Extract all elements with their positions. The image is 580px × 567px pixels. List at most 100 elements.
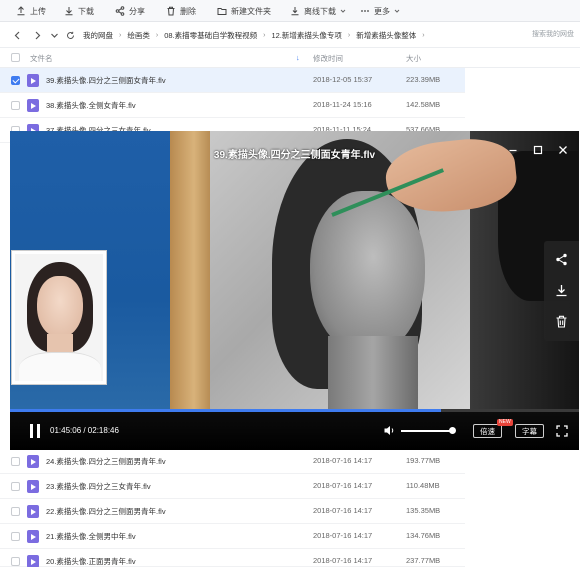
download-button[interactable] bbox=[555, 284, 568, 297]
file-row[interactable]: 38.素描头像.全侧女青年.flv 2018-11-24 15:16 142.5… bbox=[0, 93, 465, 118]
close-button[interactable] bbox=[557, 144, 569, 156]
file-size: 223.39MB bbox=[406, 75, 441, 84]
breadcrumb-item[interactable]: 08.素描零基础自学教程视频 bbox=[164, 30, 257, 41]
chevron-right-icon bbox=[35, 31, 40, 39]
sort-arrow-icon[interactable]: ↓ bbox=[296, 53, 300, 62]
subtitle-button[interactable]: 字幕 bbox=[515, 424, 544, 438]
video-file-icon bbox=[27, 74, 39, 87]
file-name[interactable]: 23.素描头像.四分之三女青年.flv bbox=[46, 481, 151, 492]
row-checkbox[interactable] bbox=[11, 482, 20, 491]
folder-icon bbox=[217, 8, 227, 15]
upload-button[interactable]: 上传 bbox=[16, 0, 46, 22]
video-file-icon bbox=[27, 99, 39, 112]
row-checkbox[interactable] bbox=[11, 557, 20, 566]
file-size: 237.77MB bbox=[406, 556, 441, 565]
delete-button[interactable] bbox=[555, 315, 568, 328]
file-name[interactable]: 22.素描头像.四分之三侧面男青年.flv bbox=[46, 506, 166, 517]
file-size: 110.48MB bbox=[406, 481, 440, 490]
file-row[interactable]: 22.素描头像.四分之三侧面男青年.flv 2018-07-16 14:17 1… bbox=[0, 499, 465, 524]
minimize-icon bbox=[509, 149, 517, 152]
row-checkbox[interactable] bbox=[11, 101, 20, 110]
breadcrumb-item[interactable]: 新增素描头像整体 bbox=[356, 30, 416, 41]
pause-button[interactable] bbox=[28, 424, 42, 438]
video-sketch-face bbox=[310, 191, 425, 356]
chevron-left-icon bbox=[14, 31, 19, 39]
share-icon bbox=[115, 6, 125, 16]
download-icon bbox=[556, 285, 567, 297]
video-player: 39.素描头像.四分之三侧面女青年.flv 01:45:06 / 02:18:4… bbox=[10, 131, 579, 450]
minimize-button[interactable] bbox=[507, 144, 519, 156]
volume-icon bbox=[384, 426, 394, 435]
reference-photo bbox=[12, 251, 106, 384]
row-checkbox[interactable] bbox=[11, 532, 20, 541]
file-row[interactable]: 20.素描头像.正面男青年.flv 2018-07-16 14:17 237.7… bbox=[0, 549, 465, 567]
offline-download-button[interactable]: 离线下载 bbox=[290, 0, 346, 22]
player-side-toolbar bbox=[544, 241, 579, 341]
row-checkbox[interactable] bbox=[11, 457, 20, 466]
more-button[interactable]: 更多 bbox=[360, 0, 400, 22]
reference-photo-shirt bbox=[19, 352, 101, 381]
column-size[interactable]: 大小 bbox=[406, 53, 421, 64]
video-file-icon bbox=[27, 480, 39, 493]
row-checkbox[interactable] bbox=[11, 507, 20, 516]
breadcrumb-item[interactable]: 我的网盘 bbox=[83, 30, 113, 41]
file-time: 2018-07-16 14:17 bbox=[313, 531, 373, 540]
offline-download-icon bbox=[291, 7, 299, 16]
video-file-icon bbox=[27, 505, 39, 518]
search-input[interactable]: 搜索我的网盘 bbox=[532, 29, 574, 39]
file-row[interactable]: 21.素描头像.全侧男中年.flv 2018-07-16 14:17 134.7… bbox=[0, 524, 465, 549]
breadcrumb-separator: › bbox=[155, 31, 159, 39]
breadcrumb-item[interactable]: 绘画类 bbox=[127, 30, 150, 41]
file-size: 134.76MB bbox=[406, 531, 441, 540]
share-icon bbox=[556, 253, 567, 266]
chevron-down-icon bbox=[50, 33, 58, 38]
refresh-button[interactable] bbox=[63, 28, 77, 42]
time-display: 01:45:06 / 02:18:46 bbox=[50, 426, 119, 435]
video-file-icon bbox=[27, 455, 39, 468]
file-row[interactable]: 24.素描头像.四分之三侧面男青年.flv 2018-07-16 14:17 1… bbox=[0, 449, 465, 474]
forward-button[interactable] bbox=[30, 28, 44, 42]
share-button[interactable] bbox=[555, 253, 568, 266]
volume-slider[interactable] bbox=[401, 427, 457, 434]
file-time: 2018-07-16 14:17 bbox=[313, 506, 373, 515]
more-icon bbox=[361, 10, 369, 12]
chevron-down-icon bbox=[394, 9, 400, 13]
file-row[interactable]: 23.素描头像.四分之三女青年.flv 2018-07-16 14:17 110… bbox=[0, 474, 465, 499]
download-button[interactable]: 下载 bbox=[64, 0, 94, 22]
volume-button[interactable] bbox=[383, 424, 396, 437]
breadcrumb: 我的网盘 › 绘画类 › 08.素描零基础自学教程视频 › 12.新增素描头像专… bbox=[83, 22, 425, 48]
new-folder-button[interactable]: 新建文件夹 bbox=[217, 0, 271, 22]
column-name[interactable]: 文件名 bbox=[30, 53, 53, 64]
volume-fill bbox=[401, 430, 453, 432]
video-file-icon bbox=[27, 530, 39, 543]
row-checkbox[interactable] bbox=[11, 76, 20, 85]
share-button[interactable]: 分享 bbox=[115, 0, 145, 22]
back-button[interactable] bbox=[10, 28, 24, 42]
breadcrumb-item[interactable]: 12.新增素描头像专项 bbox=[271, 30, 341, 41]
maximize-button[interactable] bbox=[532, 144, 544, 156]
file-name[interactable]: 21.素描头像.全侧男中年.flv bbox=[46, 531, 136, 542]
file-name[interactable]: 39.素描头像.四分之三侧面女青年.flv bbox=[46, 75, 166, 86]
breadcrumb-separator: › bbox=[347, 31, 351, 39]
volume-knob[interactable] bbox=[449, 427, 457, 434]
video-sketch-neck bbox=[328, 336, 418, 410]
speed-button[interactable]: 倍速 bbox=[473, 424, 502, 438]
delete-button[interactable]: 删除 bbox=[166, 0, 196, 22]
maximize-icon bbox=[533, 145, 543, 155]
fullscreen-icon bbox=[556, 425, 568, 437]
file-name[interactable]: 38.素描头像.全侧女青年.flv bbox=[46, 100, 136, 111]
toolbar: 上传 下载 分享 删除 新建文件夹 离线下载 更多 bbox=[0, 0, 580, 22]
column-modified[interactable]: 修改时间 bbox=[313, 53, 343, 64]
new-badge: NEW bbox=[497, 419, 513, 426]
video-frame[interactable] bbox=[10, 131, 579, 410]
dropdown-button[interactable] bbox=[47, 28, 61, 42]
file-name[interactable]: 24.素描头像.四分之三侧面男青年.flv bbox=[46, 456, 166, 467]
select-all-checkbox[interactable] bbox=[11, 53, 20, 62]
file-name[interactable]: 20.素描头像.正面男青年.flv bbox=[46, 556, 136, 567]
file-row[interactable]: 39.素描头像.四分之三侧面女青年.flv 2018-12-05 15:37 2… bbox=[0, 68, 465, 93]
fullscreen-button[interactable] bbox=[556, 425, 568, 437]
breadcrumb-separator: › bbox=[263, 31, 266, 39]
file-time: 2018-07-16 14:17 bbox=[313, 481, 373, 490]
reference-photo-face bbox=[37, 276, 83, 338]
video-file-icon bbox=[27, 555, 39, 567]
